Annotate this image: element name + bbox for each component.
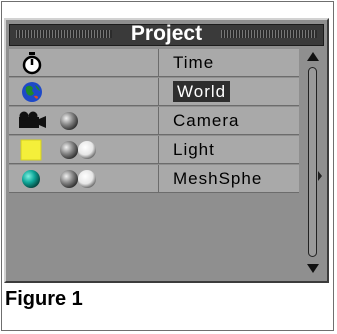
list-item-camera[interactable]: Camera — [9, 107, 299, 135]
project-panel: Project Time World Camera Light MeshSphe — [4, 18, 329, 283]
globe-icon — [22, 82, 42, 102]
yellow-square-light-icon — [20, 139, 42, 161]
white-sphere-icon — [78, 170, 96, 188]
stopwatch-icon — [22, 52, 42, 75]
gray-sphere-icon — [60, 141, 78, 159]
row-icon-cell — [9, 49, 159, 76]
scrollbar-grip-icon[interactable] — [318, 171, 322, 181]
row-label: MeshSphe — [173, 169, 263, 188]
row-icon-cell — [9, 78, 159, 105]
row-label: Time — [173, 53, 215, 72]
row-label: Camera — [173, 111, 240, 130]
row-icon-cell — [9, 136, 159, 163]
row-icon-cell — [9, 165, 159, 192]
list-item-time[interactable]: Time — [9, 49, 299, 77]
list-item-light[interactable]: Light — [9, 136, 299, 164]
panel-title: Project — [130, 22, 203, 45]
row-label: Light — [173, 140, 215, 159]
list-item-meshsphere[interactable]: MeshSphe — [9, 165, 299, 193]
vertical-scrollbar[interactable] — [304, 51, 322, 275]
row-icon-cell — [9, 107, 159, 134]
scrollbar-track[interactable] — [308, 67, 317, 257]
camera-icon — [19, 111, 46, 128]
scroll-down-arrow-icon[interactable] — [306, 262, 320, 274]
white-sphere-icon — [78, 141, 96, 159]
row-label: World — [173, 81, 231, 102]
list-item-world[interactable]: World — [9, 78, 299, 106]
gray-sphere-icon — [60, 112, 78, 130]
gray-sphere-icon — [60, 170, 78, 188]
panel-titlebar[interactable]: Project — [9, 22, 324, 46]
teal-sphere-icon — [22, 170, 40, 188]
figure-caption: Figure 1 — [5, 288, 83, 310]
scroll-up-arrow-icon[interactable] — [306, 51, 320, 63]
